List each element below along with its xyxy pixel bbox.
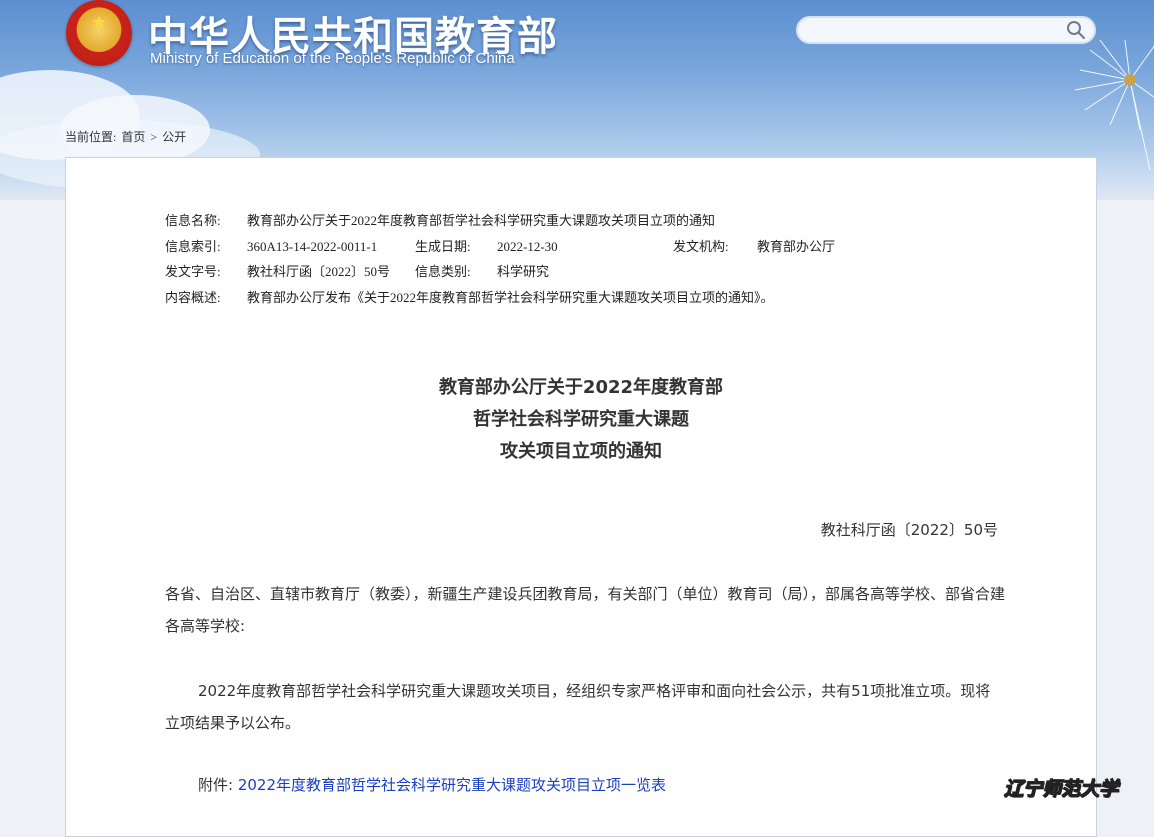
meta-category-value: 科学研究 xyxy=(497,264,550,279)
document-number: 教社科厅函〔2022〕50号 xyxy=(820,521,998,539)
meta-summary-label: 内容概述: xyxy=(165,289,221,305)
meta-issuer-value: 教育部办公厅 xyxy=(757,238,836,254)
meta-summary-value: 教育部办公厅发布《关于2022年度教育部哲学社会科学研究重大课题攻关项目立项的通… xyxy=(247,289,774,305)
breadcrumb-current-link[interactable]: 公开 xyxy=(162,130,186,144)
meta-name-value: 教育部办公厅关于2022年度教育部哲学社会科学研究重大课题攻关项目立项的通知 xyxy=(247,213,716,228)
document-title: 教育部办公厅关于2022年度教育部 哲学社会科学研究重大课题 攻关项目立项的通知 xyxy=(300,372,862,468)
attachment-label: 附件: xyxy=(198,776,234,794)
addressees-paragraph: 各省、自治区、直辖市教育厅（教委），新疆生产建设兵团教育局，有关部门（单位）教育… xyxy=(165,585,1006,635)
breadcrumb-prefix: 当前位置: xyxy=(65,130,117,144)
body-paragraph: 2022年度教育部哲学社会科学研究重大课题攻关项目，经组织专家严格评审和面向社会… xyxy=(165,682,991,732)
breadcrumb: 当前位置: 首页 > 公开 xyxy=(65,128,188,145)
dandelion-decoration-icon xyxy=(1074,40,1154,170)
site-subtitle: Ministry of Education of the People's Re… xyxy=(150,50,515,67)
meta-index-value: 360A13-14-2022-0011-1 xyxy=(247,238,378,254)
document-title-line: 哲学社会科学研究重大课题 xyxy=(473,409,689,430)
breadcrumb-home-link[interactable]: 首页 xyxy=(121,130,145,144)
meta-docno-label: 发文字号: xyxy=(165,264,221,279)
attachment-line: 附件: 2022年度教育部哲学社会科学研究重大课题攻关项目立项一览表 xyxy=(198,774,666,795)
meta-category-label: 信息类别: xyxy=(415,264,471,279)
watermark-text: 辽宁师范大学 xyxy=(1003,778,1119,801)
document-title-line: 教育部办公厅关于2022年度教育部 xyxy=(438,377,724,398)
meta-index-label: 信息索引: xyxy=(165,238,221,254)
search-icon[interactable] xyxy=(1066,20,1086,40)
meta-date-value: 2022-12-30 xyxy=(497,238,558,254)
breadcrumb-separator: > xyxy=(150,130,158,144)
national-emblem-icon: ★ xyxy=(66,0,132,66)
meta-docno-value: 教社科厅函〔2022〕50号 xyxy=(247,264,391,279)
meta-name-label: 信息名称: xyxy=(165,213,221,228)
meta-issuer-label: 发文机构: xyxy=(673,238,729,254)
document-title-line: 攻关项目立项的通知 xyxy=(500,441,662,462)
meta-date-label: 生成日期: xyxy=(415,238,471,254)
search-box[interactable] xyxy=(796,16,1096,44)
attachment-link[interactable]: 2022年度教育部哲学社会科学研究重大课题攻关项目立项一览表 xyxy=(238,776,666,794)
search-input[interactable] xyxy=(810,21,1064,41)
